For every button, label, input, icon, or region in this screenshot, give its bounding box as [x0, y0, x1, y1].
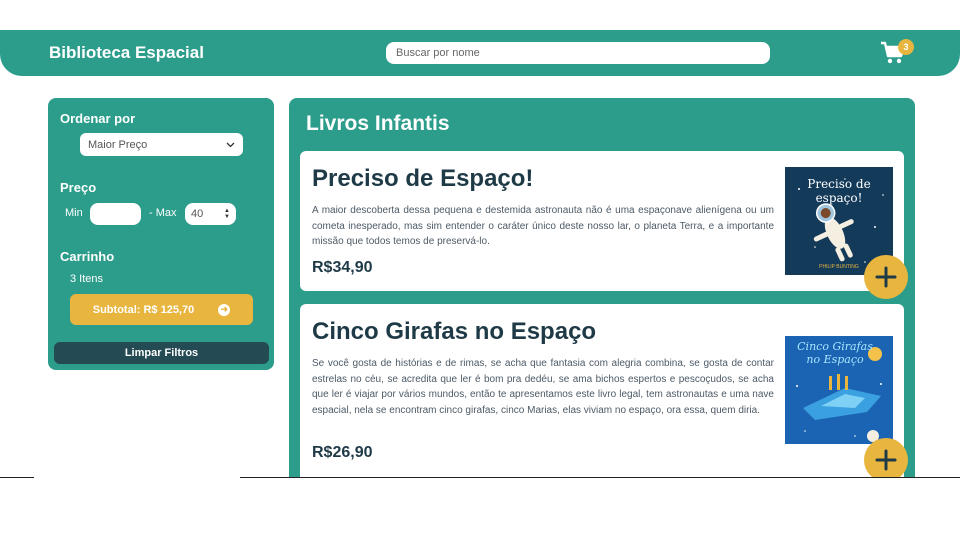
subtotal-label: Subtotal: R$ 125,70 — [92, 303, 195, 316]
cover-author: PHILIP BUNTING — [819, 264, 859, 270]
top-header: Biblioteca Espacial 3 — [0, 30, 960, 76]
price-heading: Preço — [60, 180, 97, 195]
product-card: Cinco Girafas no Espaço Se você gosta de… — [300, 304, 908, 478]
max-price-value: 40 — [191, 208, 204, 220]
chevron-down-icon — [226, 142, 235, 147]
stepper-arrows-icon[interactable]: ▲ ▼ — [224, 208, 230, 220]
sort-heading: Ordenar por — [60, 111, 136, 126]
clear-filters-button[interactable]: Limpar Filtros — [54, 342, 269, 364]
site-logo[interactable]: Biblioteca Espacial — [49, 43, 204, 63]
product-title: Preciso de Espaço! — [312, 165, 534, 192]
plus-icon — [875, 266, 897, 288]
product-description: Se você gosta de histórias e de rimas, s… — [312, 358, 774, 416]
cart-count-badge: 3 — [898, 39, 914, 55]
product-price: R$26,90 — [312, 444, 373, 461]
product-card: Preciso de Espaço! A maior descoberta de… — [300, 151, 908, 299]
filter-sidebar: Ordenar por Maior Preço Preço Min - Max … — [48, 98, 274, 370]
subtotal-button[interactable]: Subtotal: R$ 125,70 ➜ — [70, 294, 253, 325]
cart-items-count: 3 Itens — [70, 273, 104, 285]
products-panel: Livros Infantis Preciso de Espaço! A mai… — [289, 98, 915, 478]
category-title: Livros Infantis — [306, 112, 450, 135]
min-label: Min — [65, 207, 83, 219]
add-to-cart-button[interactable] — [864, 438, 908, 478]
max-label: - Max — [149, 207, 177, 219]
arrow-right-circle-icon: ➜ — [218, 303, 231, 316]
cover-title-text: Preciso de espaço! — [807, 177, 871, 205]
sort-selected-value: Maior Preço — [88, 138, 148, 151]
max-price-input[interactable]: 40 ▲ ▼ — [185, 203, 236, 225]
product-title: Cinco Girafas no Espaço — [312, 318, 597, 345]
plus-icon — [875, 449, 897, 471]
product-description: A maior descoberta dessa pequena e deste… — [312, 205, 774, 247]
cart-heading: Carrinho — [60, 249, 115, 264]
sort-select[interactable]: Maior Preço — [80, 133, 243, 156]
add-to-cart-button[interactable] — [864, 255, 908, 299]
book-cover-image[interactable]: Cinco Girafas no Espaço — [785, 336, 893, 444]
search-input[interactable] — [386, 42, 770, 64]
min-price-input[interactable] — [90, 203, 141, 225]
browser-viewport: Biblioteca Espacial 3 Ordenar por Maior … — [0, 0, 960, 478]
product-price: R$34,90 — [312, 259, 373, 276]
cover-title-text: Cinco Girafas no Espaço — [797, 340, 873, 366]
viewport-edge-gap — [34, 476, 240, 479]
